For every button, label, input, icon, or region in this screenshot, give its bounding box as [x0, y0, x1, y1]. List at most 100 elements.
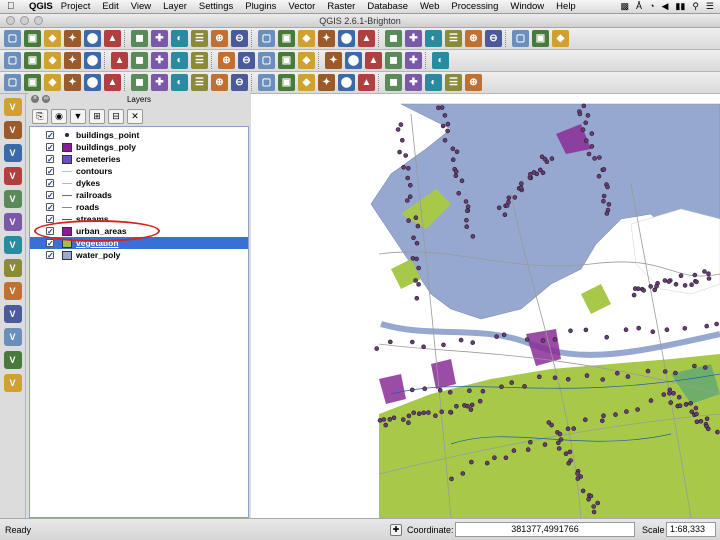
menu-edit[interactable]: Edit [102, 1, 118, 12]
layer-row-water-poly[interactable]: ✓ water_poly [30, 249, 248, 261]
new-print-composer-icon[interactable]: ⬤ [84, 30, 101, 47]
layer-row-cemeteries[interactable]: ✓ cemeteries [30, 153, 248, 165]
zoom-to-selection-icon[interactable]: ▢ [258, 30, 275, 47]
add-mssql-layer-icon[interactable]: V [3, 190, 22, 208]
add-raster-layer-icon[interactable]: V [3, 121, 22, 139]
layer-visibility-checkbox[interactable]: ✓ [46, 251, 54, 260]
measure-icon[interactable]: ⊖ [485, 30, 502, 47]
open-icon[interactable]: ▣ [24, 30, 41, 47]
edit-pencil-icon[interactable]: ▢ [4, 52, 21, 69]
add-vector-layer-icon[interactable]: V [3, 98, 22, 116]
add-wms-layer-icon[interactable]: V [3, 236, 22, 254]
notification-icon[interactable]: ▩ [621, 1, 630, 12]
reshape-icon[interactable]: ◐ [171, 74, 188, 91]
layer-row-contours[interactable]: ✓ contours [30, 165, 248, 177]
composer-manager-icon[interactable]: ▲ [104, 30, 121, 47]
coordinate-field[interactable]: 381377,4991766 [455, 522, 635, 537]
apple-icon[interactable]:  [7, 1, 21, 12]
menu-help[interactable]: Help [556, 1, 576, 12]
rotate-point-icon[interactable]: ◆ [298, 74, 315, 91]
layer-visibility-checkbox[interactable]: ✓ [46, 167, 54, 176]
menu-layer[interactable]: Layer [163, 1, 187, 12]
move-feature-icon[interactable]: ✦ [64, 52, 81, 69]
label-icon[interactable]: ☰ [191, 52, 208, 69]
add-wfs-layer-icon[interactable]: V [3, 282, 22, 300]
add-oracle-layer-icon[interactable]: V [3, 213, 22, 231]
layer-visibility-checkbox[interactable]: ✓ [46, 179, 54, 188]
layer-visibility-checkbox[interactable]: ✓ [46, 143, 54, 152]
map-canvas[interactable] [251, 94, 720, 518]
paste-features-icon[interactable]: ◐ [171, 52, 188, 69]
add-ring-icon[interactable]: ✦ [64, 74, 81, 91]
battery-icon[interactable]: ▮▮ [675, 1, 685, 12]
expand-all-icon[interactable]: ⊞ [89, 108, 105, 124]
map-tips-icon[interactable]: ▣ [532, 30, 549, 47]
identify-icon[interactable]: ▲ [358, 30, 375, 47]
layer-visibility-checkbox[interactable]: ✓ [46, 191, 54, 200]
coordinate-toggle-icon[interactable]: ✚ [390, 523, 402, 536]
delete-part-icon[interactable]: ✚ [151, 74, 168, 91]
new-spatialite-icon[interactable]: V [3, 328, 22, 346]
zoom-actual-icon[interactable]: ⊕ [211, 30, 228, 47]
split-parts-icon[interactable]: ⊖ [231, 74, 248, 91]
layer-row-buildings-poly[interactable]: ✓ buildings_poly [30, 141, 248, 153]
delete-ring-icon[interactable]: ◼ [131, 74, 148, 91]
minimize-window-icon[interactable] [20, 16, 29, 25]
add-postgis-layer-icon[interactable]: V [3, 144, 22, 162]
menu-app-name[interactable]: QGIS [29, 1, 53, 12]
collapse-all-icon[interactable]: ⊟ [108, 108, 124, 124]
filter-legend-icon[interactable]: ▼ [70, 108, 86, 124]
save-edits-icon[interactable]: ▣ [24, 52, 41, 69]
field-calculator-icon[interactable]: ◐ [425, 30, 442, 47]
layer-visibility-checkbox[interactable]: ✓ [46, 131, 54, 140]
merge-features-icon[interactable]: ▢ [258, 74, 275, 91]
layer-visibility-checkbox[interactable]: ✓ [46, 203, 54, 212]
menu-vector[interactable]: Vector [288, 1, 315, 12]
zoom-window-icon[interactable] [34, 16, 43, 25]
osm-icon[interactable]: ✚ [405, 52, 422, 69]
gps-icon[interactable]: ◐ [432, 52, 449, 69]
add-part-icon[interactable]: ⬤ [84, 74, 101, 91]
add-delimited-text-icon[interactable]: V [3, 351, 22, 369]
menu-settings[interactable]: Settings [199, 1, 233, 12]
zoom-to-layer-icon[interactable]: ▣ [278, 30, 295, 47]
label-move-icon[interactable]: ▢ [258, 52, 275, 69]
menu-raster[interactable]: Raster [327, 1, 355, 12]
trace-icon[interactable]: ⊕ [465, 74, 482, 91]
layer-visibility-checkbox[interactable]: ✓ [46, 215, 54, 224]
cut-features-icon[interactable]: ◼ [131, 52, 148, 69]
label-rotate-icon[interactable]: ▣ [278, 52, 295, 69]
digitize-circle-icon[interactable]: ⬤ [338, 74, 355, 91]
redo-icon[interactable]: ▣ [24, 74, 41, 91]
delete-selected-icon[interactable]: ▲ [111, 52, 128, 69]
wifi-icon[interactable]: ◔ [649, 1, 654, 12]
menu-processing[interactable]: Processing [451, 1, 498, 12]
deselect-icon[interactable]: ✚ [405, 30, 422, 47]
copy-features-icon[interactable]: ✚ [151, 52, 168, 69]
pan-icon[interactable]: ◼ [131, 30, 148, 47]
label-pin-icon[interactable]: ⊕ [218, 52, 235, 69]
zoom-last-icon[interactable]: ◆ [298, 30, 315, 47]
zoom-in-icon[interactable]: ◐ [171, 30, 188, 47]
fill-ring-icon[interactable]: ▲ [104, 74, 121, 91]
save-icon[interactable]: ◆ [44, 30, 61, 47]
undo-icon[interactable]: ▢ [4, 74, 21, 91]
add-spatialite-layer-icon[interactable]: V [3, 167, 22, 185]
menu-web[interactable]: Web [420, 1, 439, 12]
text-annotation-icon[interactable]: ◆ [552, 30, 569, 47]
digitize-ellipse-icon[interactable]: ◼ [385, 74, 402, 91]
add-virtual-layer-icon[interactable]: V [3, 374, 22, 392]
manage-visibility-icon[interactable]: ◉ [51, 108, 67, 124]
layer-visibility-checkbox[interactable]: ✓ [46, 239, 54, 248]
new-shapefile-icon[interactable]: V [3, 305, 22, 323]
add-group-icon[interactable]: ⎘ [32, 108, 48, 124]
layer-row-roads[interactable]: ✓ roads [30, 201, 248, 213]
close-window-icon[interactable] [6, 16, 15, 25]
zoom-next-icon[interactable]: ✦ [318, 30, 335, 47]
merge-attributes-icon[interactable]: ▣ [278, 74, 295, 91]
label-change-icon[interactable]: ◆ [298, 52, 315, 69]
attribute-table-icon[interactable]: ☰ [445, 30, 462, 47]
menu-view[interactable]: View [131, 1, 151, 12]
rotate-feature-icon[interactable]: ✦ [318, 74, 335, 91]
refresh-icon[interactable]: ⬤ [338, 30, 355, 47]
